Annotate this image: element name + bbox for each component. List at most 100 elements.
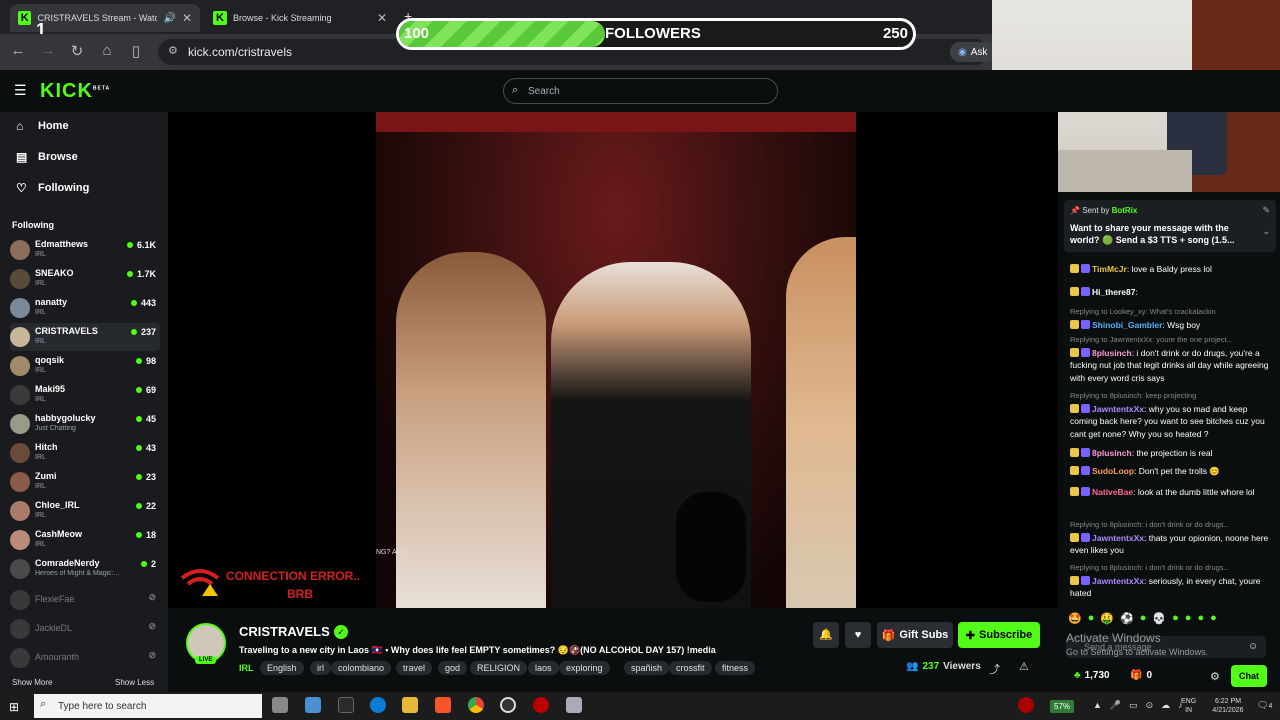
sidebar-channel[interactable]: ComradeNerdy Heroes of Might & Magic:... 2 xyxy=(10,555,160,583)
tag-pill[interactable]: crossfit xyxy=(669,661,712,675)
gift-subs-button[interactable]: 🎁 Gift Subs xyxy=(877,622,953,648)
sidebar-item-home[interactable]: ⌂ Home xyxy=(16,119,69,133)
sidebar-channel[interactable]: CRISTRAVELS IRL 237 xyxy=(10,323,160,351)
speaker-icon[interactable]: 🔊 xyxy=(163,13,175,24)
chrome-icon[interactable] xyxy=(468,697,484,713)
sidebar-item-following[interactable]: ♡ Following xyxy=(16,181,89,195)
ask-button[interactable]: ◉ Ask xyxy=(950,42,996,62)
chat-message[interactable]: Replying to 8plusinch: i don't drink or … xyxy=(1070,519,1270,557)
sidebar-channel-offline[interactable]: JackieDL ⊘ xyxy=(10,615,160,643)
site-info-icon[interactable]: ⚙ xyxy=(168,44,178,57)
tag-pill[interactable]: RELIGION xyxy=(470,661,528,675)
emoji-icon[interactable]: ☺ xyxy=(1248,641,1258,652)
heart-icon[interactable]: ♥ xyxy=(845,622,871,648)
tag-pill[interactable]: exploring xyxy=(559,661,610,675)
search-input[interactable]: ⌕ Search xyxy=(503,78,778,104)
close-tab-icon[interactable]: ✕ xyxy=(182,11,192,25)
sidebar-channel[interactable]: Edmatthews IRL 6.1K xyxy=(10,236,160,264)
channel-name[interactable]: CRISTRAVELS xyxy=(239,624,330,639)
share-icon[interactable]: ⤴ xyxy=(989,661,1000,677)
calculator-icon[interactable] xyxy=(305,697,321,713)
task-view-icon[interactable] xyxy=(272,697,288,713)
chat-message[interactable]: TimMcJr: love a Baldy press lol xyxy=(1070,263,1270,276)
clock[interactable]: 6:22 PM 4/21/2026 xyxy=(1205,697,1251,715)
chat-username[interactable]: NativeBae xyxy=(1092,487,1133,497)
sidebar-channel[interactable]: habbygolucky Just Chatting 45 xyxy=(10,410,160,438)
settings-icon[interactable]: ⚙ xyxy=(1210,670,1220,683)
chat-send-button[interactable]: Chat xyxy=(1231,665,1267,687)
notification-icon[interactable]: 🗨4 xyxy=(1257,700,1272,711)
tray-app-icon[interactable] xyxy=(1018,697,1034,713)
video-frame[interactable]: NG? AND xyxy=(376,112,856,608)
chat-username[interactable]: JawntentxXx xyxy=(1092,533,1144,543)
chat-username[interactable]: Hi_there87 xyxy=(1092,287,1135,297)
tag-pill[interactable]: travel xyxy=(396,661,433,675)
windows-start-icon[interactable]: ⊞ xyxy=(9,700,19,714)
sidebar-channel[interactable]: SNEAKO IRL 1.7K xyxy=(10,265,160,293)
back-icon[interactable]: ← xyxy=(8,42,28,59)
tag-pill[interactable]: irl xyxy=(310,661,331,675)
terminal-icon[interactable] xyxy=(338,697,354,713)
tag-pill[interactable]: god xyxy=(438,661,468,675)
pin-icon[interactable]: ✎ xyxy=(1262,205,1270,216)
chat-message[interactable]: Hi_there87: xyxy=(1070,286,1270,299)
gift-count[interactable]: 🎁 0 xyxy=(1130,670,1152,681)
kick-logo[interactable]: KICKBETA xyxy=(40,80,110,103)
pinned-message[interactable]: 📌 Sent by BotRix Want to share your mess… xyxy=(1064,200,1276,252)
show-less-button[interactable]: Show Less xyxy=(115,678,154,687)
chat-message[interactable]: Replying to 8plusinch: keep projecting Ja… xyxy=(1070,390,1270,440)
tag-pill[interactable]: colombiano xyxy=(331,661,392,675)
forward-icon[interactable]: → xyxy=(38,42,58,59)
chat-message[interactable]: Replying to JawntentxXx: youre the one p… xyxy=(1070,334,1270,384)
obs-icon[interactable] xyxy=(500,697,516,713)
app-icon[interactable] xyxy=(533,697,549,713)
sidebar-channel[interactable]: qoqsik IRL 98 xyxy=(10,352,160,380)
sidebar-channel[interactable]: Zumi IRL 23 xyxy=(10,468,160,496)
chat-message[interactable]: Replying to Lookey_xy: What's crackalack… xyxy=(1070,306,1270,331)
tag-pill[interactable]: English xyxy=(260,661,304,675)
close-tab-icon[interactable]: ✕ xyxy=(377,11,387,25)
reload-icon[interactable]: ↻ xyxy=(67,42,87,60)
tag-pill[interactable]: fitness xyxy=(715,661,756,675)
taskbar-search[interactable]: ⌕ Type here to search xyxy=(34,694,262,718)
edge-icon[interactable] xyxy=(370,697,386,713)
points-display[interactable]: ♣ 1,730 xyxy=(1074,670,1110,681)
chat-message[interactable]: 8plusinch: the projection is real xyxy=(1070,447,1270,460)
sidebar-channel[interactable]: Chloe_IRL IRL 22 xyxy=(10,497,160,525)
chat-username[interactable]: SudoLoop xyxy=(1092,466,1134,476)
brave-icon[interactable] xyxy=(435,697,451,713)
sidebar-channel-offline[interactable]: FlexieFae ⊘ xyxy=(10,586,160,614)
show-more-button[interactable]: Show More xyxy=(12,678,52,687)
tag-pill[interactable]: laos xyxy=(528,661,559,675)
battery-indicator[interactable]: 57% xyxy=(1050,700,1075,713)
chat-username[interactable]: Shinobi_Gambler xyxy=(1092,320,1162,330)
sidebar-channel[interactable]: Hitch IRL 43 xyxy=(10,439,160,467)
chat-username[interactable]: JawntentxXx xyxy=(1092,404,1144,414)
chat-message[interactable]: Replying to 8plusinch: i don't drink or … xyxy=(1070,562,1270,600)
chat-message[interactable]: SudoLoop: Don't pet the trolls 😊 xyxy=(1070,465,1270,478)
report-icon[interactable]: ⚠ xyxy=(1019,660,1029,673)
stream-category[interactable]: IRL xyxy=(239,663,254,673)
language-indicator[interactable]: ENG IN xyxy=(1181,697,1196,715)
menu-icon[interactable]: ☰ xyxy=(14,82,27,99)
tab-browse[interactable]: K Browse - Kick Streaming ✕ xyxy=(205,4,395,32)
tag-pill[interactable]: spañish xyxy=(624,661,670,675)
home-icon[interactable]: ⌂ xyxy=(97,42,117,59)
chat-message[interactable]: NativeBae: look at the dumb little whore… xyxy=(1070,486,1270,499)
file-explorer-icon[interactable] xyxy=(402,697,418,713)
sidebar-channel[interactable]: nanatty IRL 443 xyxy=(10,294,160,322)
app-icon[interactable] xyxy=(566,697,582,713)
chat-username[interactable]: TimMcJr xyxy=(1092,264,1127,274)
sidebar-icon[interactable]: ▯ xyxy=(126,42,146,60)
chat-username[interactable]: 8plusinch xyxy=(1092,348,1132,358)
chevron-down-icon[interactable]: ⌄ xyxy=(1262,226,1270,237)
bell-icon[interactable]: 🔔 xyxy=(813,622,839,648)
sidebar-channel-offline[interactable]: Amouranth ⊘ xyxy=(10,644,160,672)
sidebar-item-browse[interactable]: ▤ Browse xyxy=(16,150,78,164)
chat-username[interactable]: JawntentxXx xyxy=(1092,576,1144,586)
tray-icons[interactable]: ▲🎤▭⊙☁♪ xyxy=(1093,700,1191,711)
sidebar-channel[interactable]: CashMeow IRL 18 xyxy=(10,526,160,554)
subscribe-button[interactable]: ✚ Subscribe xyxy=(958,622,1040,648)
sidebar-channel[interactable]: Maki95 IRL 69 xyxy=(10,381,160,409)
emote-bar[interactable]: 🤩 ● 🤑 ⚽ ● 💀 ● ● ● ● xyxy=(1068,612,1272,628)
